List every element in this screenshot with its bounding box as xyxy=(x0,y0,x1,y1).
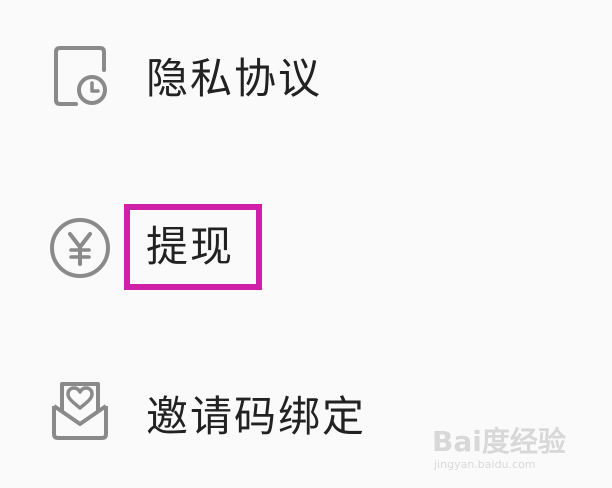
watermark-url: jingyan.baidu.com xyxy=(434,458,536,471)
menu-item-label: 邀请码绑定 xyxy=(146,392,367,441)
watermark: Bai度经验 jingyan.baidu.com xyxy=(432,418,592,478)
invite-envelope-heart-icon xyxy=(52,382,108,440)
watermark-logo: Bai度经验 xyxy=(432,425,566,458)
menu-item-label: 提现 xyxy=(146,222,235,271)
menu-item-withdraw[interactable]: 提现 xyxy=(0,196,612,296)
yen-circle-icon xyxy=(50,218,110,278)
menu-item-privacy-policy[interactable]: 隐私协议 xyxy=(0,28,612,128)
privacy-clock-icon xyxy=(54,46,107,106)
menu-item-label: 隐私协议 xyxy=(146,54,323,103)
